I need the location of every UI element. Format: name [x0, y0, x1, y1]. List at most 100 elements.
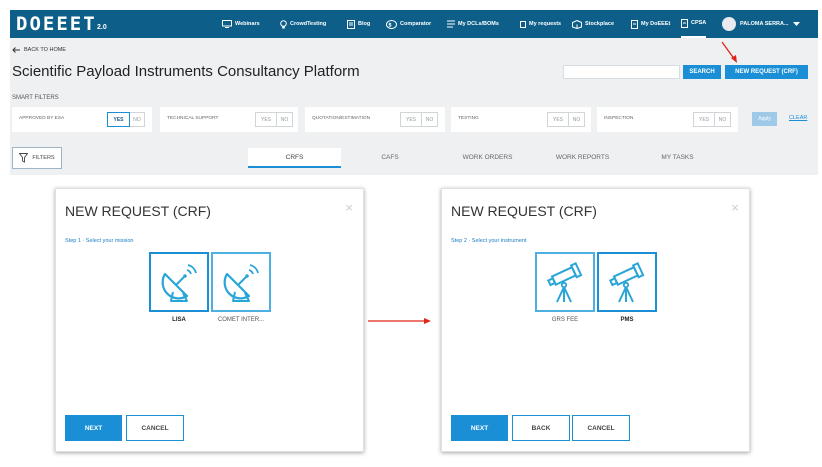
user-menu[interactable]: PALOMA SERRA... [722, 10, 803, 38]
file-icon [631, 19, 638, 29]
close-icon[interactable]: × [345, 201, 353, 214]
nav-item-stockplace[interactable]: Stockplace [572, 10, 614, 38]
tab-work-orders[interactable]: WORK ORDERS [445, 148, 530, 168]
avatar [722, 17, 736, 31]
tab-work-reports[interactable]: WORK REPORTS [540, 148, 625, 168]
filters-button-label: FILTERS [32, 155, 55, 161]
instrument-option-pms[interactable] [597, 252, 657, 312]
requests-icon [520, 20, 526, 28]
nav-label-blog: Blog [358, 21, 371, 27]
box-icon [572, 19, 582, 29]
filter-label: TESTING [458, 116, 479, 121]
file-icon [681, 18, 688, 28]
document-icon [347, 19, 355, 29]
nav-label-my-doeeet: My DoEEEt [641, 21, 671, 27]
app-logo[interactable]: DOEEET [16, 13, 97, 35]
nav-label-my-requests: My requests [529, 21, 562, 27]
nav-item-crowdtesting[interactable]: CrowdTesting [280, 10, 326, 38]
filter-no-toggle[interactable]: NO [569, 112, 585, 127]
filter-yes-toggle[interactable]: YES [107, 112, 130, 127]
telescope-icon [608, 261, 645, 303]
tab-my-tasks[interactable]: MY TASKS [640, 148, 715, 168]
tab-crfs[interactable]: CRFS [248, 148, 341, 168]
telescope-icon [546, 261, 583, 303]
funnel-icon [19, 153, 29, 163]
nav-label-crowdtesting: CrowdTesting [290, 21, 327, 27]
filter-label: TECHNICAL SUPPORT [167, 116, 219, 121]
filter-label: INSPECTION [604, 116, 634, 121]
list-icon [447, 20, 455, 28]
close-icon[interactable]: × [731, 201, 739, 214]
filter-no-toggle[interactable]: NO [277, 112, 293, 127]
filter-inspection: INSPECTION YES NO [597, 107, 738, 132]
instrument-option-grs-fee[interactable] [535, 252, 595, 312]
nav-item-cpsa[interactable]: CPSA [681, 10, 707, 38]
mission-option-lisa[interactable] [149, 252, 209, 312]
back-to-home-label: BACK TO HOME [24, 47, 66, 53]
filters-button[interactable]: FILTERS [12, 147, 62, 169]
mission-option-label: COMET INTER... [217, 317, 265, 323]
filter-testing: TESTING YES NO [451, 107, 591, 132]
filter-yes-toggle[interactable]: YES [255, 112, 277, 127]
new-request-button[interactable]: NEW REQUEST (CRF) [725, 65, 808, 79]
apply-filters-button[interactable]: Apply [752, 112, 777, 126]
app-version: 2.0 [97, 24, 107, 31]
nav-label-comparator: Comparator [400, 21, 432, 27]
chevron-down-icon [792, 21, 800, 26]
back-button[interactable]: BACK [512, 415, 570, 441]
filter-no-toggle[interactable]: NO [130, 112, 145, 127]
search-button[interactable]: SEARCH [683, 65, 721, 79]
screenshot-root: DOEEET 2.0 Webinars CrowdTesting Blog $ … [0, 0, 822, 467]
nav-label-stockplace: Stockplace [585, 21, 615, 27]
nav-item-webinars[interactable]: Webinars [222, 10, 260, 38]
smart-filters-title: SMART FILTERS [12, 95, 59, 101]
filter-yes-toggle[interactable]: YES [693, 112, 715, 127]
instrument-option-label: PMS [620, 317, 634, 323]
page-title: Scientific Payload Instruments Consultan… [12, 63, 360, 80]
nav-item-my-doeeet[interactable]: My DoEEEt [631, 10, 670, 38]
modal-step-label: Step 2 · Select your instrument [451, 238, 527, 244]
filter-yes-toggle[interactable]: YES [400, 112, 422, 127]
nav-label-webinars: Webinars [235, 21, 260, 27]
filter-no-toggle[interactable]: NO [715, 112, 731, 127]
back-to-home-link[interactable]: BACK TO HOME [12, 47, 66, 53]
arrow-left-icon [12, 47, 20, 53]
filter-approved-by-esa: APPROVED BY ESA YES NO [12, 107, 152, 132]
mission-option-label: LISA [172, 317, 186, 323]
user-name: PALOMA SERRA... [740, 21, 789, 27]
new-request-modal-step2: NEW REQUEST (CRF) × Step 2 · Select your… [441, 188, 750, 452]
search-input[interactable] [563, 65, 680, 79]
modal-title: NEW REQUEST (CRF) [451, 203, 597, 219]
filter-label: QUOTATION/ESTIMATION [312, 116, 371, 121]
compare-icon: $ [386, 19, 397, 29]
clear-filters-link[interactable]: CLEAR [789, 115, 807, 121]
new-request-modal-step1: NEW REQUEST (CRF) × Step 1 · Select your… [55, 188, 364, 452]
satellite-dish-icon [161, 264, 197, 302]
filter-yes-toggle[interactable]: YES [547, 112, 569, 127]
filter-quotation-estimation: QUOTATION/ESTIMATION YES NO [305, 107, 445, 132]
next-button[interactable]: NEXT [451, 415, 508, 441]
nav-item-my-dcls-boms[interactable]: My DCLs/BOMs [447, 10, 499, 38]
nav-item-comparator[interactable]: $ Comparator [386, 10, 431, 38]
filter-technical-support: TECHNICAL SUPPORT YES NO [160, 107, 298, 132]
svg-text:$: $ [388, 22, 392, 28]
cancel-button[interactable]: CANCEL [126, 415, 184, 441]
instrument-option-label: GRS FEE [551, 317, 579, 323]
tab-cafs[interactable]: CAFS [355, 148, 425, 168]
mission-option-comet[interactable] [211, 252, 271, 312]
next-button[interactable]: NEXT [65, 415, 122, 441]
nav-item-my-requests[interactable]: My requests [520, 10, 561, 38]
cancel-button[interactable]: CANCEL [572, 415, 630, 441]
nav-item-blog[interactable]: Blog [347, 10, 370, 38]
top-navbar: DOEEET 2.0 Webinars CrowdTesting Blog $ … [10, 10, 818, 38]
monitor-icon [222, 20, 232, 28]
annotation-arrowhead [424, 318, 431, 324]
nav-label-my-dcls-boms: My DCLs/BOMs [458, 21, 499, 27]
nav-label-cpsa: CPSA [691, 20, 707, 26]
filter-no-toggle[interactable]: NO [422, 112, 438, 127]
satellite-dish-icon [223, 264, 259, 302]
lightbulb-icon [280, 19, 287, 28]
modal-title: NEW REQUEST (CRF) [65, 203, 211, 219]
modal-step-label: Step 1 · Select your mission [65, 238, 134, 244]
filter-label: APPROVED BY ESA [19, 116, 65, 121]
